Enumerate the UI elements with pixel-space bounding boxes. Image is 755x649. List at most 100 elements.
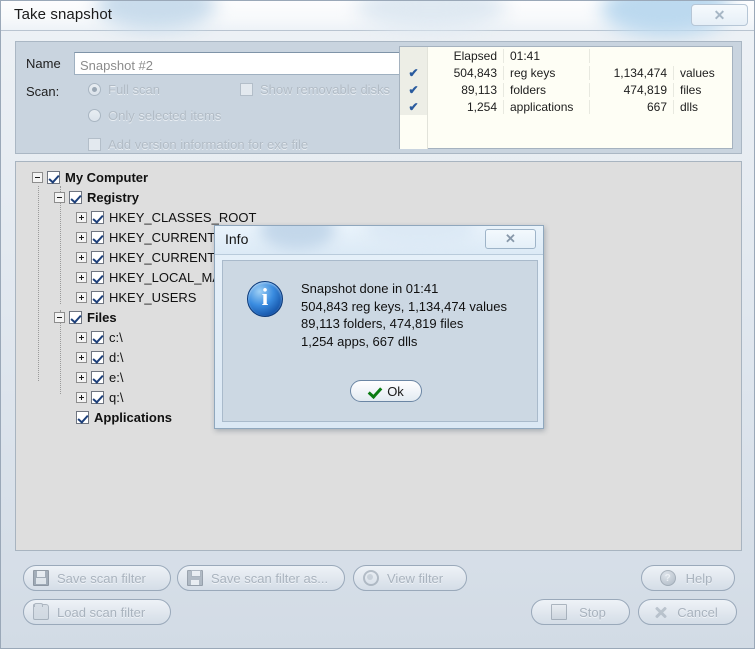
- tree-node-applications[interactable]: Applications: [76, 408, 172, 427]
- checkbox-icon[interactable]: [91, 291, 104, 304]
- titlebar-decoration: [365, 226, 475, 250]
- radio-full-scan-label: Full scan: [108, 82, 161, 97]
- help-icon: [659, 570, 676, 586]
- radio-only-selected-items[interactable]: Only selected items: [88, 108, 221, 123]
- row-label-1: applications: [504, 99, 590, 114]
- load-scan-filter-label: Load scan filter: [57, 604, 146, 620]
- table-row: ✔ 504,843 reg keys 1,134,474 values: [400, 64, 732, 81]
- folder-icon: [33, 603, 49, 620]
- expand-icon[interactable]: [76, 372, 87, 383]
- checkbox-icon[interactable]: [76, 411, 89, 424]
- checkbox-icon[interactable]: [91, 351, 104, 364]
- checkbox-icon[interactable]: [91, 231, 104, 244]
- checkbox-version-info-label: Add version information for exe file: [108, 137, 309, 152]
- stop-button[interactable]: Stop: [531, 599, 630, 625]
- row-check-cell: ✔: [400, 64, 428, 81]
- radio-icon: [88, 109, 101, 122]
- tree-node-hkey-users[interactable]: HKEY_USERS: [76, 288, 196, 307]
- close-glyph: ✕: [505, 231, 516, 246]
- checkbox-icon[interactable]: [91, 211, 104, 224]
- info-dialog: Info ✕ i Snapshot done in 01:41 504,843 …: [214, 225, 544, 429]
- row-label-2: values: [680, 65, 715, 80]
- checkbox-show-removable-disks[interactable]: Show removable disks: [240, 82, 390, 97]
- row-label-1: reg keys: [504, 65, 590, 80]
- expand-icon[interactable]: [76, 332, 87, 343]
- checkbox-icon[interactable]: [91, 391, 104, 404]
- expand-icon[interactable]: [76, 252, 87, 263]
- ok-button[interactable]: Ok: [350, 380, 422, 402]
- collapse-icon[interactable]: [32, 172, 43, 183]
- info-message-line-3: 89,113 folders, 474,819 files: [301, 316, 464, 331]
- row-value-1: Elapsed: [428, 48, 504, 63]
- cancel-label: Cancel: [677, 604, 718, 620]
- radio-icon: [88, 83, 101, 96]
- collapse-icon[interactable]: [54, 192, 65, 203]
- checkbox-icon: [88, 138, 101, 151]
- expand-icon[interactable]: [76, 292, 87, 303]
- expand-icon[interactable]: [76, 352, 87, 363]
- close-glyph: ✕: [713, 6, 726, 23]
- checkbox-icon[interactable]: [47, 171, 60, 184]
- tree-node-label: e:\: [109, 370, 124, 385]
- window-title: Take snapshot: [14, 6, 113, 23]
- info-dialog-title: Info: [225, 231, 249, 247]
- table-row: [400, 132, 732, 149]
- checkbox-icon[interactable]: [91, 251, 104, 264]
- info-dialog-body: i Snapshot done in 01:41 504,843 reg key…: [222, 260, 538, 422]
- tree-node-registry[interactable]: Registry: [54, 188, 139, 207]
- tree-node-my-computer[interactable]: My Computer: [32, 168, 148, 187]
- save-scan-filter-as-button[interactable]: Save scan filter as...: [177, 565, 345, 591]
- stop-icon: [551, 604, 568, 620]
- titlebar-decoration: [260, 226, 335, 250]
- tree-node-drive-e[interactable]: e:\: [76, 368, 123, 387]
- check-icon: ✔: [408, 82, 419, 97]
- view-filter-label: View filter: [387, 570, 444, 586]
- checkbox-icon[interactable]: [91, 331, 104, 344]
- floppy-disk-icon: [33, 570, 49, 586]
- tree-node-label: Registry: [87, 190, 140, 205]
- info-message-line-4: 1,254 apps, 667 dlls: [301, 333, 418, 349]
- info-message-line-2: 504,843 reg keys, 1,134,474 values: [301, 298, 507, 314]
- tree-node-drive-d[interactable]: d:\: [76, 348, 123, 367]
- checkbox-add-version-info[interactable]: Add version information for exe file: [88, 137, 308, 152]
- row-check-cell: ✔: [400, 81, 428, 98]
- window-titlebar: Take snapshot ✕: [1, 1, 754, 37]
- checkbox-icon[interactable]: [91, 271, 104, 284]
- snapshot-name-input[interactable]: [74, 52, 402, 75]
- tree-node-drive-q[interactable]: q:\: [76, 388, 123, 407]
- tree-node-label: HKEY_USERS: [109, 290, 197, 305]
- view-filter-icon: [363, 570, 379, 586]
- row-value-2: 1,134,474: [590, 65, 674, 80]
- check-icon: ✔: [408, 99, 419, 114]
- save-scan-filter-label: Save scan filter: [57, 570, 146, 586]
- expand-icon[interactable]: [76, 232, 87, 243]
- info-icon-glyph: i: [261, 285, 269, 311]
- checkbox-icon: [240, 83, 253, 96]
- row-check-cell: [400, 115, 428, 132]
- scan-statistics-table: Elapsed 01:41 ✔ 504,843 reg keys 1,134,4…: [399, 46, 733, 149]
- checkbox-icon[interactable]: [91, 371, 104, 384]
- tree-node-label: c:\: [109, 330, 123, 345]
- expand-icon[interactable]: [76, 272, 87, 283]
- save-scan-filter-button[interactable]: Save scan filter: [23, 565, 171, 591]
- titlebar-decoration: [96, 1, 216, 31]
- cancel-button[interactable]: Cancel: [638, 599, 737, 625]
- table-row: Elapsed 01:41: [400, 47, 732, 64]
- tree-node-files[interactable]: Files: [54, 308, 117, 327]
- close-icon[interactable]: ✕: [485, 229, 536, 249]
- checkbox-icon[interactable]: [69, 311, 82, 324]
- row-value-2: 667: [590, 99, 674, 114]
- view-filter-button[interactable]: View filter: [353, 565, 467, 591]
- expand-icon[interactable]: [76, 212, 87, 223]
- collapse-icon[interactable]: [54, 312, 65, 323]
- close-icon[interactable]: ✕: [691, 4, 748, 26]
- printer-icon: [187, 570, 203, 586]
- help-button[interactable]: Help: [641, 565, 735, 591]
- load-scan-filter-button[interactable]: Load scan filter: [23, 599, 171, 625]
- tree-node-label: My Computer: [65, 170, 149, 185]
- radio-full-scan[interactable]: Full scan: [88, 82, 160, 97]
- expand-icon[interactable]: [76, 392, 87, 403]
- tree-node-drive-c[interactable]: c:\: [76, 328, 123, 347]
- save-scan-filter-as-label: Save scan filter as...: [211, 570, 329, 586]
- checkbox-icon[interactable]: [69, 191, 82, 204]
